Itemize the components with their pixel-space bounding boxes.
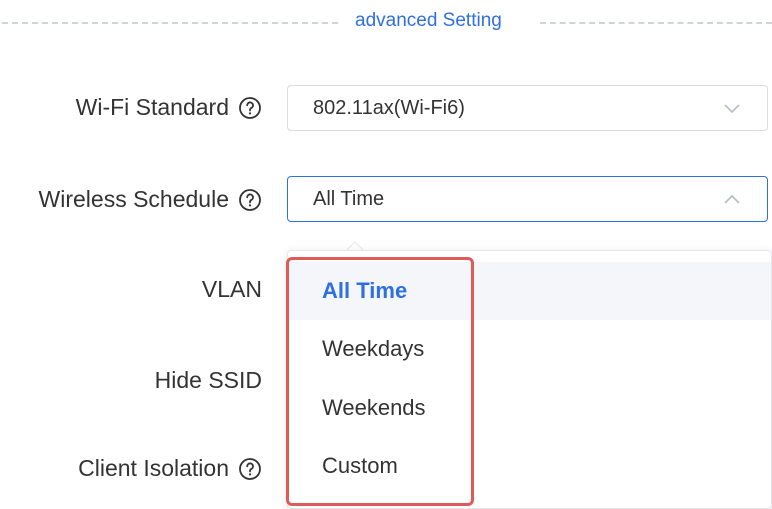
chevron-up-icon	[724, 194, 740, 204]
vlan-label: VLAN	[202, 276, 262, 303]
option-weekends[interactable]: Weekends	[288, 379, 771, 437]
help-icon[interactable]	[238, 188, 262, 212]
help-icon[interactable]	[238, 457, 262, 481]
client-isolation-label: Client Isolation	[78, 455, 262, 482]
hide-ssid-label-text: Hide SSID	[154, 367, 262, 393]
wireless-schedule-select[interactable]: All Time	[287, 176, 768, 222]
divider-line-left	[2, 22, 338, 24]
hide-ssid-label: Hide SSID	[155, 367, 262, 394]
option-weekdays[interactable]: Weekdays	[288, 320, 771, 378]
section-divider: advanced Setting	[0, 8, 772, 38]
advanced-settings-page: advanced Setting Wi-Fi Standard 802.11ax…	[0, 0, 772, 509]
help-icon[interactable]	[238, 96, 262, 120]
section-title: advanced Setting	[355, 10, 502, 31]
wireless-schedule-label-text: Wireless Schedule	[38, 186, 229, 212]
option-custom[interactable]: Custom	[288, 437, 771, 495]
option-all-time[interactable]: All Time	[288, 262, 771, 320]
wifi-standard-label: Wi-Fi Standard	[76, 94, 262, 121]
vlan-label-text: VLAN	[201, 276, 262, 302]
wifi-standard-label-text: Wi-Fi Standard	[75, 94, 229, 120]
wifi-standard-select[interactable]: 802.11ax(Wi-Fi6)	[287, 85, 768, 131]
wireless-schedule-value: All Time	[313, 187, 385, 210]
client-isolation-label-text: Client Isolation	[78, 455, 229, 481]
divider-line-right	[540, 22, 772, 24]
wifi-standard-value: 802.11ax(Wi-Fi6)	[313, 96, 465, 119]
chevron-down-icon	[724, 104, 740, 114]
wireless-schedule-label: Wireless Schedule	[39, 186, 262, 213]
schedule-dropdown: All Time Weekdays Weekends Custom	[287, 250, 772, 509]
